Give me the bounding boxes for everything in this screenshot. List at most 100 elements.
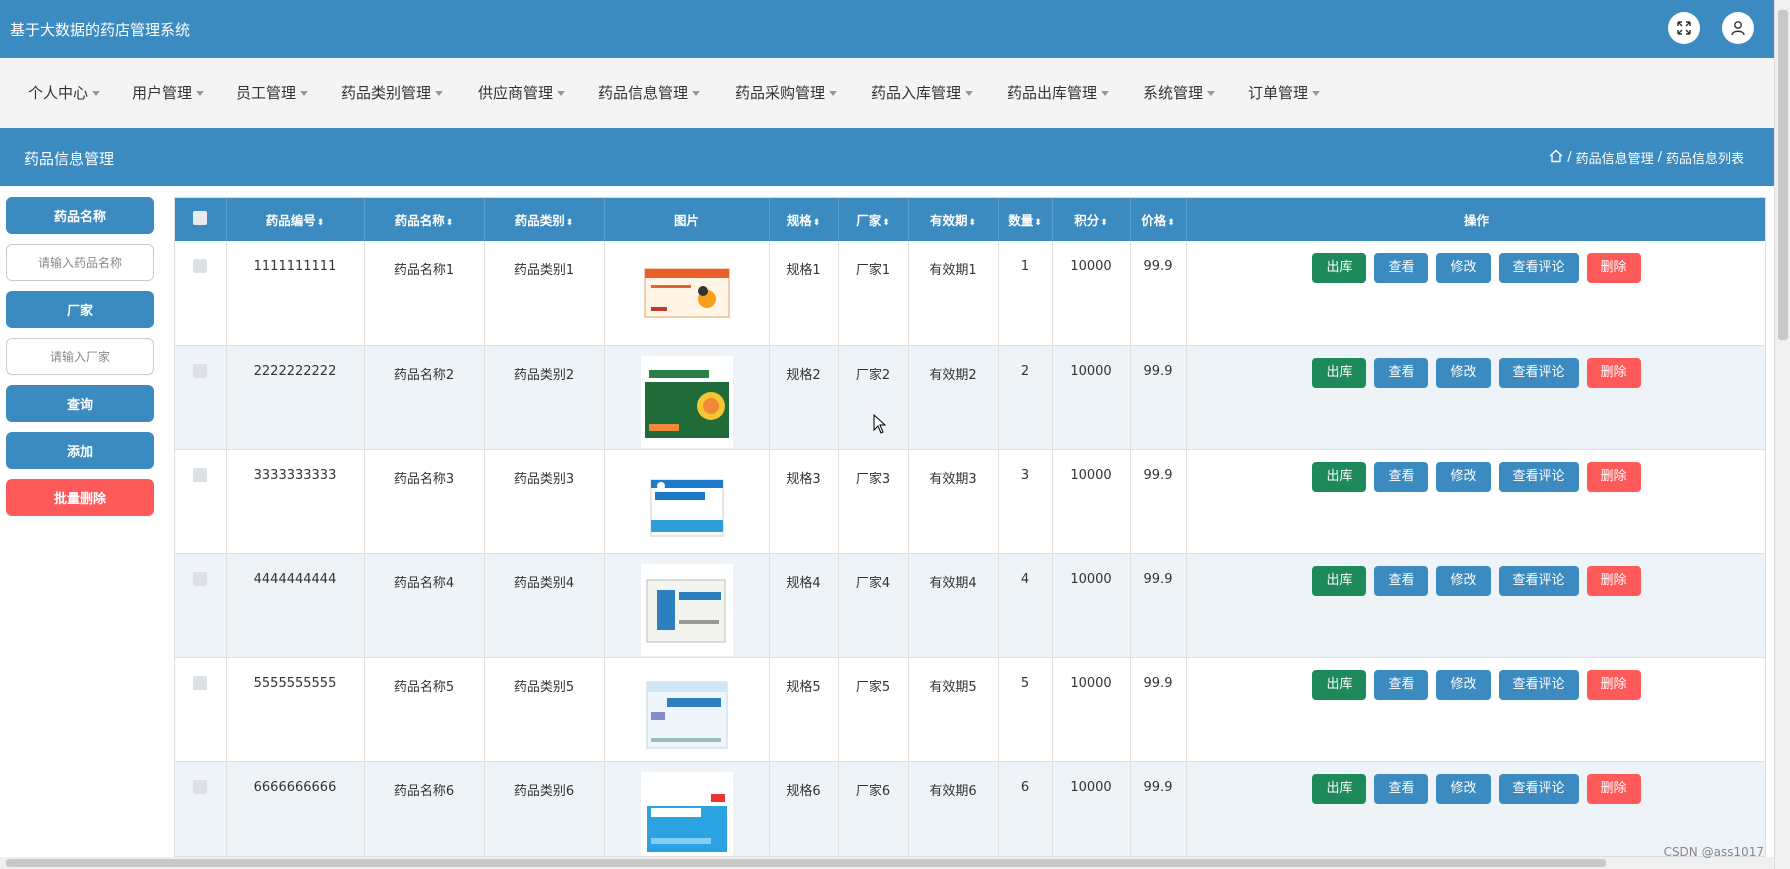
- cell-spec: 规格4: [769, 553, 839, 658]
- col-category[interactable]: 药品类别⬍: [484, 198, 605, 241]
- nav-staff-management[interactable]: 员工管理: [236, 82, 309, 103]
- edit-button[interactable]: 修改: [1436, 669, 1491, 700]
- sort-icon[interactable]: ⬍: [968, 218, 976, 228]
- row-checkbox[interactable]: [193, 675, 208, 690]
- user-icon[interactable]: [1722, 12, 1754, 44]
- outbound-button[interactable]: 出库: [1312, 773, 1367, 804]
- nav-drug-category-management[interactable]: 药品类别管理: [341, 82, 444, 103]
- row-checkbox[interactable]: [193, 259, 208, 273]
- scrollbar-thumb[interactable]: [1778, 10, 1788, 340]
- vertical-scrollbar[interactable]: [1774, 0, 1790, 869]
- view-reviews-button[interactable]: 查看评论: [1498, 773, 1579, 804]
- row-select-cell[interactable]: [175, 345, 227, 450]
- drug-image[interactable]: [640, 771, 733, 858]
- edit-button[interactable]: 修改: [1436, 773, 1491, 804]
- cell-points: 10000: [1052, 657, 1131, 762]
- sort-icon[interactable]: ⬍: [566, 218, 574, 228]
- view-reviews-button[interactable]: 查看评论: [1498, 461, 1579, 492]
- drug-image[interactable]: [640, 251, 733, 343]
- sort-icon[interactable]: ⬍: [882, 218, 890, 228]
- col-vendor[interactable]: 厂家⬍: [838, 198, 909, 241]
- row-select-cell[interactable]: [175, 241, 227, 346]
- chevron-down-icon: [1207, 91, 1216, 96]
- view-reviews-button[interactable]: 查看评论: [1498, 357, 1579, 388]
- add-button[interactable]: 添加: [6, 432, 154, 469]
- drug-name-input[interactable]: [6, 244, 154, 281]
- col-price[interactable]: 价格⬍: [1130, 198, 1187, 241]
- edit-button[interactable]: 修改: [1436, 253, 1491, 283]
- view-button[interactable]: 查看: [1374, 253, 1429, 283]
- horizontal-scrollbar[interactable]: [0, 857, 1774, 869]
- breadcrumb-item[interactable]: 药品信息管理: [1576, 148, 1654, 167]
- home-icon[interactable]: [1549, 149, 1563, 167]
- row-select-cell[interactable]: [175, 761, 227, 856]
- col-points[interactable]: 积分⬍: [1052, 198, 1131, 241]
- sort-icon[interactable]: ⬍: [1167, 218, 1175, 228]
- delete-button[interactable]: 删除: [1586, 565, 1641, 596]
- drug-image[interactable]: [640, 563, 733, 656]
- select-all-checkbox[interactable]: [193, 211, 208, 225]
- nav-drug-info-management[interactable]: 药品信息管理: [598, 82, 701, 103]
- outbound-button[interactable]: 出库: [1312, 565, 1367, 596]
- sort-icon[interactable]: ⬍: [813, 218, 821, 228]
- edit-button[interactable]: 修改: [1436, 461, 1491, 492]
- view-reviews-button[interactable]: 查看评论: [1498, 565, 1579, 596]
- nav-drug-inbound-management[interactable]: 药品入库管理: [871, 82, 974, 103]
- outbound-button[interactable]: 出库: [1312, 669, 1367, 700]
- delete-button[interactable]: 删除: [1586, 669, 1641, 700]
- row-select-cell[interactable]: [175, 449, 227, 554]
- col-name[interactable]: 药品名称⬍: [364, 198, 485, 241]
- nav-system-management[interactable]: 系统管理: [1143, 82, 1216, 103]
- drug-name-label: 药品名称: [6, 197, 154, 234]
- outbound-button[interactable]: 出库: [1312, 461, 1367, 492]
- fullscreen-icon[interactable]: [1668, 12, 1700, 44]
- col-qty[interactable]: 数量⬍: [998, 198, 1053, 241]
- row-checkbox[interactable]: [193, 467, 208, 482]
- cell-code: 4444444444: [226, 553, 365, 658]
- sort-icon[interactable]: ⬍: [317, 218, 325, 228]
- outbound-button[interactable]: 出库: [1312, 253, 1367, 283]
- view-reviews-button[interactable]: 查看评论: [1498, 253, 1579, 283]
- outbound-button[interactable]: 出库: [1312, 357, 1367, 388]
- row-checkbox[interactable]: [193, 363, 208, 378]
- view-reviews-button[interactable]: 查看评论: [1498, 669, 1579, 700]
- col-code[interactable]: 药品编号⬍: [226, 198, 365, 241]
- cell-price: 99.9: [1130, 761, 1187, 856]
- drug-image[interactable]: [640, 667, 733, 760]
- view-button[interactable]: 查看: [1374, 773, 1429, 804]
- drug-image[interactable]: [640, 459, 733, 552]
- view-button[interactable]: 查看: [1374, 565, 1429, 596]
- nav-order-management[interactable]: 订单管理: [1248, 82, 1321, 103]
- row-select-cell[interactable]: [175, 553, 227, 658]
- row-checkbox[interactable]: [193, 779, 208, 794]
- delete-button[interactable]: 删除: [1586, 461, 1641, 492]
- nav-user-management[interactable]: 用户管理: [132, 82, 205, 103]
- col-expiry[interactable]: 有效期⬍: [908, 198, 999, 241]
- cell-code: 3333333333: [226, 449, 365, 554]
- batch-delete-button[interactable]: 批量删除: [6, 479, 154, 516]
- scrollbar-thumb[interactable]: [6, 859, 1606, 867]
- row-checkbox[interactable]: [193, 571, 208, 586]
- view-button[interactable]: 查看: [1374, 357, 1429, 388]
- cell-price: 99.9: [1130, 241, 1187, 346]
- nav-drug-purchase-management[interactable]: 药品采购管理: [735, 82, 838, 103]
- sort-icon[interactable]: ⬍: [446, 218, 454, 228]
- drug-image[interactable]: [640, 355, 733, 448]
- vendor-input[interactable]: [6, 338, 154, 375]
- edit-button[interactable]: 修改: [1436, 357, 1491, 388]
- edit-button[interactable]: 修改: [1436, 565, 1491, 596]
- search-button[interactable]: 查询: [6, 385, 154, 422]
- sort-icon[interactable]: ⬍: [1100, 218, 1108, 228]
- col-spec[interactable]: 规格⬍: [769, 198, 839, 241]
- delete-button[interactable]: 删除: [1586, 253, 1641, 283]
- nav-personal-center[interactable]: 个人中心: [28, 82, 101, 103]
- select-all-header[interactable]: [175, 198, 227, 241]
- view-button[interactable]: 查看: [1374, 669, 1429, 700]
- view-button[interactable]: 查看: [1374, 461, 1429, 492]
- delete-button[interactable]: 删除: [1586, 773, 1641, 804]
- nav-supplier-management[interactable]: 供应商管理: [478, 82, 566, 103]
- sort-icon[interactable]: ⬍: [1034, 218, 1042, 228]
- nav-drug-outbound-management[interactable]: 药品出库管理: [1007, 82, 1110, 103]
- delete-button[interactable]: 删除: [1586, 357, 1641, 388]
- row-select-cell[interactable]: [175, 657, 227, 762]
